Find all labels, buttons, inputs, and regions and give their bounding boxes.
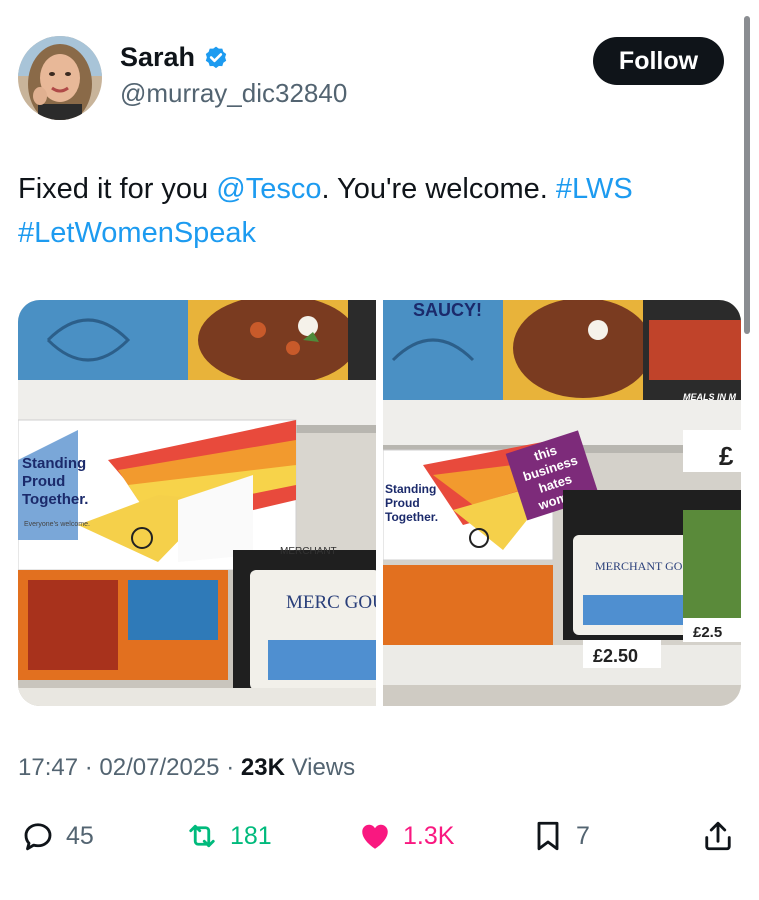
sign-heading: Together. (385, 510, 438, 524)
repost-icon (189, 824, 215, 848)
views-count: 23K (240, 754, 285, 781)
separator: · (84, 754, 93, 781)
handle[interactable]: @murray_dic32840 (120, 78, 347, 109)
like-count: 1.3K (403, 821, 455, 850)
scrollbar[interactable] (744, 16, 750, 334)
share-button[interactable] (700, 818, 736, 854)
like-button[interactable]: 1.3K (357, 818, 454, 854)
separator: · (226, 754, 235, 781)
photo-edited-sign[interactable]: SAUCY! MEALS IN M £ Standing Proud Toget… (383, 300, 741, 706)
box-top-text: SAUCY! (413, 300, 482, 320)
bookmark-count: 7 (576, 821, 590, 850)
price-label: £2.5 (693, 624, 722, 641)
sign-heading: Together. (22, 491, 88, 508)
avatar[interactable] (18, 36, 102, 120)
bookmark-button[interactable]: 7 (530, 818, 590, 854)
media-grid: Standing Proud Together. Everyone's welc… (18, 300, 741, 706)
display-name[interactable]: Sarah (120, 42, 195, 73)
price-label: £2.50 (593, 646, 638, 666)
sign-heading: Proud (385, 496, 420, 510)
bookmark-icon (537, 821, 559, 851)
verified-badge-icon (205, 46, 227, 68)
tweet-meta: 17:47 · 02/07/2025 · 23K Views (18, 754, 355, 782)
reply-icon (24, 823, 52, 851)
repost-button[interactable]: 181 (184, 818, 272, 854)
mention-link[interactable]: @Tesco (216, 173, 321, 205)
timestamp-date[interactable]: 02/07/2025 (99, 754, 219, 781)
tweet-text: Fixed it for you @Tesco. You're welcome.… (18, 167, 718, 255)
hashtag-link[interactable]: #LWS (556, 173, 633, 205)
price-label: £ (719, 441, 734, 471)
sign-subtext: Everyone's welcome. (24, 521, 90, 528)
reply-count: 45 (66, 821, 94, 850)
repost-count: 181 (230, 821, 272, 850)
sign-heading: Standing (22, 455, 86, 472)
tweet-text-part: . You're welcome. (321, 173, 556, 205)
timestamp-time[interactable]: 17:47 (18, 754, 78, 781)
tweet-text-part: Fixed it for you (18, 173, 217, 205)
shelf-label: MERCHANT (280, 546, 337, 557)
pack-brand: MERC GOUR (286, 592, 376, 613)
hashtag-link[interactable]: #LetWomenSpeak (18, 217, 256, 249)
heart-icon (362, 824, 388, 849)
reply-button[interactable]: 45 (20, 818, 94, 854)
share-icon (705, 821, 731, 851)
photo-original-sign[interactable]: Standing Proud Together. Everyone's welc… (18, 300, 376, 706)
views-label: Views (291, 754, 356, 781)
follow-button[interactable]: Follow (593, 37, 724, 85)
sign-heading: Proud (22, 473, 65, 490)
sign-heading: Standing (385, 482, 436, 496)
